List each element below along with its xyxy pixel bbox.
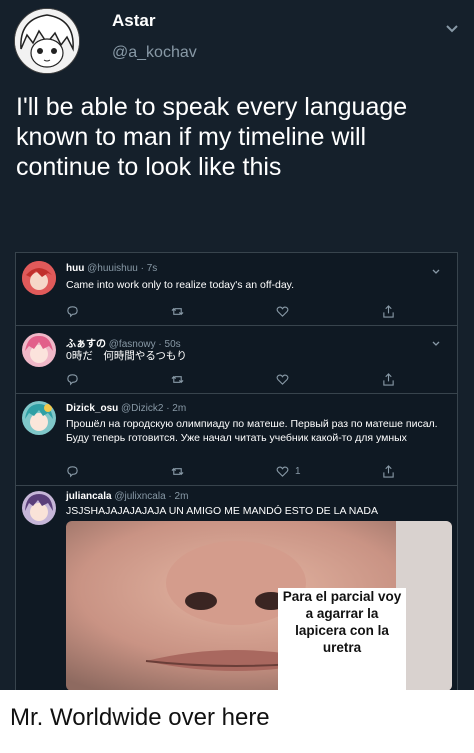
tweet-text: Прошёл на городскую олимпиаду по матеше.…: [66, 418, 438, 444]
retweet-button[interactable]: [171, 371, 184, 387]
chevron-down-icon[interactable]: [430, 337, 442, 349]
retweet-icon: [171, 307, 184, 315]
reply-icon: [67, 465, 78, 477]
display-name[interactable]: Astar: [112, 11, 155, 31]
tweet-text: 0時だ 何時間やるつもり: [66, 350, 187, 362]
tweet-header: Astar @a_kochav: [0, 0, 474, 82]
username: @julixncala · 2m: [114, 491, 189, 502]
heart-icon: [276, 466, 289, 477]
avatar[interactable]: [22, 333, 56, 367]
like-button[interactable]: [276, 371, 289, 387]
heart-icon: [276, 374, 289, 385]
caption-line: lapicera con la: [295, 623, 389, 638]
share-button[interactable]: [382, 303, 395, 319]
reply-button[interactable]: [66, 303, 79, 319]
username: @Dizick2 · 2m: [121, 403, 187, 414]
like-count: 1: [295, 465, 301, 477]
avatar[interactable]: [22, 401, 56, 435]
reply-icon: [67, 373, 78, 385]
share-button[interactable]: [382, 463, 395, 479]
chevron-down-icon[interactable]: [442, 18, 462, 38]
action-bar: [66, 303, 446, 319]
tweet-text: Came into work only to realize today's a…: [66, 279, 295, 291]
reply-icon: [67, 305, 78, 317]
username[interactable]: @a_kochav: [112, 44, 197, 62]
retweet-icon: [171, 375, 184, 383]
image-caption: Para el parcial voy a agarrar la lapicer…: [278, 588, 406, 690]
share-icon: [383, 464, 394, 478]
like-button[interactable]: 1: [276, 463, 301, 479]
avatar[interactable]: [22, 491, 56, 525]
caption-line: uretra: [322, 640, 362, 655]
share-icon: [383, 372, 394, 386]
action-bar: 1: [66, 463, 446, 479]
avatar[interactable]: [22, 261, 56, 295]
display-name[interactable]: huu: [66, 263, 84, 274]
retweet-icon: [171, 467, 184, 475]
embedded-screenshot: huu @huuishuu · 7s Came into work only t…: [15, 252, 458, 691]
caption-line: Para el parcial voy: [282, 589, 402, 604]
reply-button[interactable]: [66, 463, 79, 479]
list-item[interactable]: huu @huuishuu · 7s Came into work only t…: [16, 253, 457, 326]
chevron-down-icon[interactable]: [430, 265, 442, 277]
avatar[interactable]: [14, 8, 80, 74]
meme-caption-area: Mr. Worldwide over here: [0, 690, 474, 753]
share-button[interactable]: [382, 371, 395, 387]
retweet-button[interactable]: [171, 303, 184, 319]
display-name[interactable]: Dizick_osu: [66, 403, 118, 414]
meme-caption: Mr. Worldwide over here: [10, 704, 270, 731]
like-button[interactable]: [276, 303, 289, 319]
list-item[interactable]: ふぁすの @fasnowy · 50s 0時だ 何時間やるつもり: [16, 325, 457, 394]
list-item[interactable]: Dizick_osu @Dizick2 · 2m Прошёл на город…: [16, 393, 457, 486]
tweet-text: I'll be able to speak every language kno…: [16, 93, 408, 181]
username: @huuishuu · 7s: [87, 263, 158, 274]
display-name[interactable]: juliancala: [66, 491, 112, 502]
share-icon: [383, 304, 394, 318]
tweet-text: JSJSHAJAJAJAJAJA UN AMIGO ME MANDÓ ESTO …: [66, 505, 378, 517]
reply-button[interactable]: [66, 371, 79, 387]
action-bar: [66, 371, 446, 387]
caption-line: a agarrar la: [305, 606, 379, 621]
heart-icon: [276, 306, 289, 317]
retweet-button[interactable]: [171, 463, 184, 479]
